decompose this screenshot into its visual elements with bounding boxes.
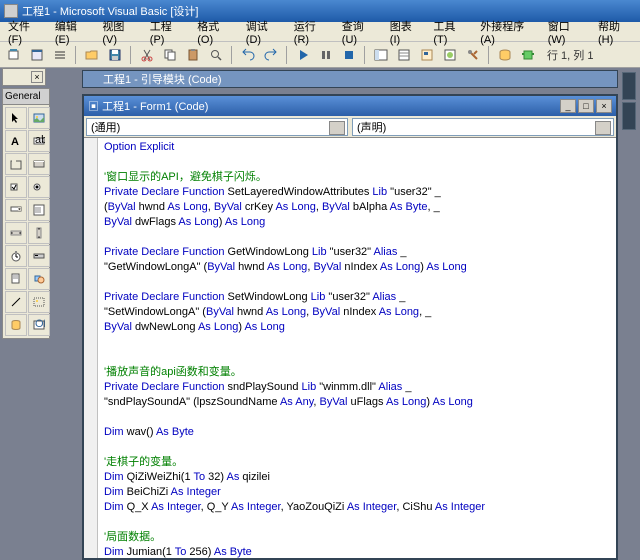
add-project-button[interactable]: [4, 45, 24, 65]
toolbox-title: General: [3, 89, 49, 105]
listbox-tool[interactable]: [28, 199, 50, 221]
vscrollbar-tool[interactable]: [28, 222, 50, 244]
menu-item[interactable]: 编辑(E): [49, 16, 94, 48]
frame-tool[interactable]: [5, 153, 27, 175]
menu-item[interactable]: 图表(I): [384, 16, 426, 48]
menu-item[interactable]: 运行(R): [288, 16, 334, 48]
ole-tool[interactable]: OLE: [28, 314, 50, 336]
menu-item[interactable]: 帮助(H): [592, 16, 638, 48]
close-button[interactable]: ×: [596, 99, 612, 113]
open-button[interactable]: [82, 45, 102, 65]
docked-panels-rail: [622, 70, 638, 550]
properties-button[interactable]: [394, 45, 414, 65]
pointer-tool[interactable]: [5, 107, 27, 129]
paste-button[interactable]: [183, 45, 203, 65]
properties-panel-tab[interactable]: [622, 102, 636, 130]
combobox-tool[interactable]: [5, 199, 27, 221]
image-tool[interactable]: [28, 291, 50, 313]
object-dropdown[interactable]: (通用): [86, 118, 348, 136]
undo-button[interactable]: [238, 45, 258, 65]
menu-item[interactable]: 文件(F): [2, 16, 47, 48]
mdi-workspace: × General A ab| OLE 工程1 - 引导模块 (Code): [0, 68, 640, 560]
code-editor[interactable]: Option Explicit '窗口显示的API，避免棋子闪烁。Private…: [84, 138, 616, 558]
code-margin: [84, 138, 98, 558]
minimize-button[interactable]: _: [560, 99, 576, 113]
svg-text:OLE: OLE: [35, 319, 45, 330]
save-button[interactable]: [105, 45, 125, 65]
line-tool[interactable]: [5, 291, 27, 313]
data-tool[interactable]: [5, 314, 27, 336]
palette-header: ×: [2, 68, 46, 86]
object-browser-button[interactable]: [440, 45, 460, 65]
menu-item[interactable]: 工具(T): [427, 16, 472, 48]
menu-item[interactable]: 窗口(W): [542, 16, 590, 48]
filelistbox-tool[interactable]: [5, 268, 27, 290]
timer-tool[interactable]: [5, 245, 27, 267]
menu-item[interactable]: 视图(V): [96, 16, 141, 48]
menu-item[interactable]: 调试(D): [240, 16, 286, 48]
project-panel-tab[interactable]: [622, 72, 636, 100]
textbox-tool[interactable]: ab|: [28, 130, 50, 152]
form-icon: ▣: [88, 101, 99, 113]
commandbutton-tool[interactable]: [28, 153, 50, 175]
menubar: 文件(F)编辑(E)视图(V)工程(P)格式(O)调试(D)运行(R)查询(U)…: [0, 22, 640, 42]
background-window-title[interactable]: 工程1 - 引导模块 (Code): [82, 70, 618, 88]
drivelistbox-tool[interactable]: [28, 245, 50, 267]
form-layout-button[interactable]: [417, 45, 437, 65]
svg-text:ab|: ab|: [35, 135, 45, 146]
menu-item[interactable]: 外接程序(A): [474, 16, 540, 48]
find-button[interactable]: [206, 45, 226, 65]
project-explorer-button[interactable]: [371, 45, 391, 65]
code-window-titlebar[interactable]: ▣ 工程1 - Form1 (Code) _ □ ×: [84, 96, 616, 116]
redo-button[interactable]: [261, 45, 281, 65]
data-view-button[interactable]: [495, 45, 515, 65]
shape-tool[interactable]: [28, 268, 50, 290]
menu-item[interactable]: 格式(O): [191, 16, 238, 48]
label-tool[interactable]: A: [5, 130, 27, 152]
end-button[interactable]: [339, 45, 359, 65]
cursor-position: 行 1, 列 1: [547, 47, 593, 63]
cut-button[interactable]: [137, 45, 157, 65]
add-form-button[interactable]: [27, 45, 47, 65]
menu-editor-button[interactable]: [50, 45, 70, 65]
copy-button[interactable]: [160, 45, 180, 65]
maximize-button[interactable]: □: [578, 99, 594, 113]
toolbox: General A ab| OLE: [2, 88, 50, 339]
checkbox-tool[interactable]: [5, 176, 27, 198]
start-button[interactable]: [293, 45, 313, 65]
code-window: ▣ 工程1 - Form1 (Code) _ □ × (通用) (声明) Opt…: [82, 94, 618, 560]
svg-text:A: A: [11, 136, 19, 147]
component-button[interactable]: [518, 45, 538, 65]
palette-close-icon[interactable]: ×: [31, 71, 43, 83]
toolbox-button[interactable]: [463, 45, 483, 65]
hscrollbar-tool[interactable]: [5, 222, 27, 244]
procedure-dropdown[interactable]: (声明): [352, 118, 614, 136]
optionbutton-tool[interactable]: [28, 176, 50, 198]
menu-item[interactable]: 查询(U): [336, 16, 382, 48]
break-button[interactable]: [316, 45, 336, 65]
picturebox-tool[interactable]: [28, 107, 50, 129]
dirlistbox-tool[interactable]: [35, 255, 38, 256]
menu-item[interactable]: 工程(P): [144, 16, 189, 48]
